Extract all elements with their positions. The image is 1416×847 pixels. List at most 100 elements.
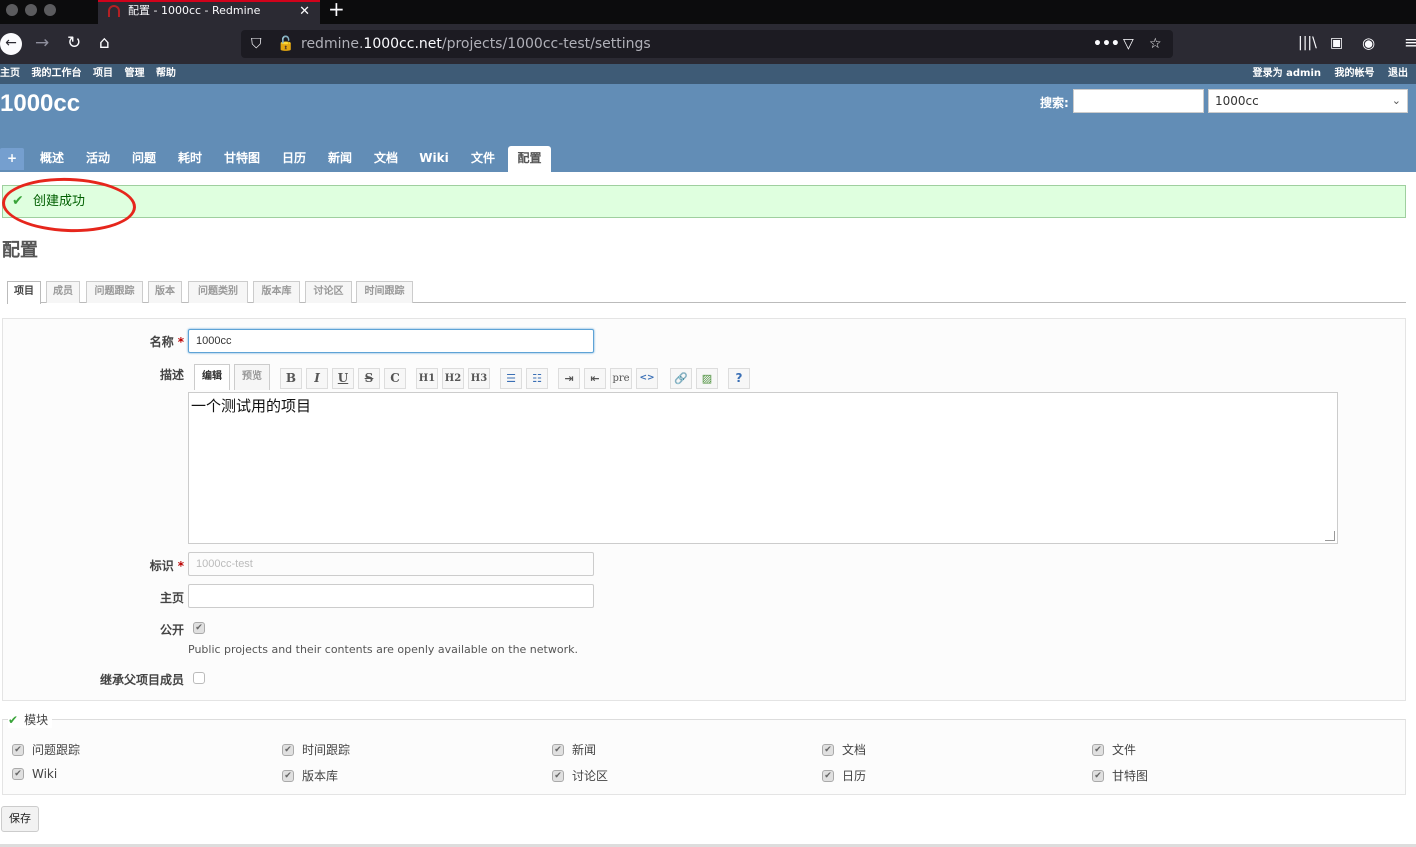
editor-tab-preview[interactable]: 预览 — [234, 364, 270, 390]
top-menu-my-page[interactable]: 我的工作台 — [31, 68, 81, 79]
settings-tab-issue-categories[interactable]: 问题类别 — [188, 281, 248, 303]
module-issue-tracking[interactable]: ✔ 问题跟踪 — [12, 741, 80, 758]
project-jump-select[interactable]: 1000cc ⌄ — [1208, 89, 1408, 113]
image-icon[interactable]: ▨ — [696, 368, 718, 389]
module-files[interactable]: ✔ 文件 — [1092, 741, 1136, 758]
module-checkbox[interactable]: ✔ — [552, 769, 564, 782]
project-header: 1000cc 搜索: 1000cc ⌄ + 概述 活动 问题 耗时 甘特图 日历… — [0, 84, 1416, 172]
tab-activity[interactable]: 活动 — [80, 146, 116, 172]
module-checkbox[interactable]: ✔ — [12, 767, 24, 780]
help-icon[interactable]: ? — [728, 368, 750, 389]
tab-spent-time[interactable]: 耗时 — [172, 146, 208, 172]
search-input[interactable] — [1073, 89, 1204, 113]
preformatted-button[interactable]: pre — [610, 368, 632, 389]
resize-grip-icon[interactable] — [1325, 531, 1335, 541]
page-actions-icon[interactable]: ••• — [1093, 30, 1120, 58]
close-tab-icon[interactable]: ✕ — [299, 3, 310, 20]
window-minimize-dot[interactable] — [25, 4, 37, 16]
module-documents[interactable]: ✔ 文档 — [822, 741, 866, 758]
tab-news[interactable]: 新闻 — [322, 146, 358, 172]
hamburger-menu-icon[interactable]: ≡ — [1404, 33, 1416, 53]
reload-icon[interactable]: ↻ — [67, 33, 81, 53]
module-wiki[interactable]: ✔ Wiki — [12, 767, 57, 781]
module-checkbox[interactable]: ✔ — [282, 743, 294, 756]
browser-tab-active[interactable]: 配置 - 1000cc - Redmine ✕ — [98, 0, 320, 24]
top-menu-help[interactable]: 帮助 — [156, 68, 176, 79]
new-object-button[interactable]: + — [0, 148, 24, 170]
description-textarea[interactable]: 一个测试用的项目 — [188, 392, 1338, 544]
top-menu-home[interactable]: 主页 — [0, 68, 20, 79]
new-tab-icon[interactable]: + — [328, 0, 345, 21]
window-close-dot[interactable] — [6, 4, 18, 16]
module-repository[interactable]: ✔ 版本库 — [282, 767, 338, 784]
tab-gantt[interactable]: 甘特图 — [218, 146, 266, 172]
library-icon[interactable]: |||\ — [1298, 33, 1317, 53]
account-icon[interactable]: ◉ — [1362, 33, 1375, 53]
module-gantt[interactable]: ✔ 甘特图 — [1092, 767, 1148, 784]
indent-right-icon[interactable]: ⇥ — [558, 368, 580, 389]
bookmark-star-icon[interactable]: ☆ — [1149, 30, 1162, 58]
settings-tab-project[interactable]: 项目 — [7, 281, 41, 304]
sidebar-toggle-icon[interactable]: ▣ — [1330, 33, 1343, 53]
window-zoom-dot[interactable] — [44, 4, 56, 16]
tab-settings[interactable]: 配置 — [508, 146, 551, 172]
module-checkbox[interactable]: ✔ — [1092, 743, 1104, 756]
heading3-button[interactable]: H3 — [468, 368, 490, 389]
identifier-input — [188, 552, 594, 576]
module-checkbox[interactable]: ✔ — [1092, 769, 1104, 782]
module-checkbox[interactable]: ✔ — [822, 743, 834, 756]
wiki-link-icon[interactable]: 🔗 — [670, 368, 692, 389]
code-highlight-button[interactable]: <> — [636, 368, 658, 389]
tab-overview[interactable]: 概述 — [34, 146, 70, 172]
unordered-list-icon[interactable]: ☰ — [500, 368, 522, 389]
module-boards[interactable]: ✔ 讨论区 — [552, 767, 608, 784]
settings-tab-versions[interactable]: 版本 — [148, 281, 182, 303]
save-button[interactable]: 保存 — [1, 806, 39, 832]
public-checkbox[interactable]: ✔ — [193, 622, 205, 634]
browser-tab-title: 配置 - 1000cc - Redmine — [128, 4, 261, 17]
back-icon[interactable]: ← — [0, 33, 22, 55]
italic-button[interactable]: I — [306, 368, 328, 389]
tab-files[interactable]: 文件 — [464, 146, 502, 172]
tab-issues[interactable]: 问题 — [126, 146, 162, 172]
module-calendar[interactable]: ✔ 日历 — [822, 767, 866, 784]
settings-tab-members[interactable]: 成员 — [46, 281, 80, 303]
top-menu-projects[interactable]: 项目 — [93, 68, 113, 79]
ordered-list-icon[interactable]: ☷ — [526, 368, 548, 389]
module-checkbox[interactable]: ✔ — [552, 743, 564, 756]
settings-tab-issue-tracking[interactable]: 问题跟踪 — [86, 281, 143, 303]
homepage-input[interactable] — [188, 584, 594, 608]
top-menu-logout[interactable]: 退出 — [1388, 68, 1408, 79]
home-icon[interactable]: ⌂ — [99, 33, 110, 53]
heading1-button[interactable]: H1 — [416, 368, 438, 389]
inherit-members-checkbox[interactable] — [193, 672, 205, 684]
top-menu-admin[interactable]: 管理 — [124, 68, 144, 79]
tab-documents[interactable]: 文档 — [368, 146, 404, 172]
code-button[interactable]: C — [384, 368, 406, 389]
tab-calendar[interactable]: 日历 — [276, 146, 312, 172]
settings-tab-repositories[interactable]: 版本库 — [253, 281, 300, 303]
insecure-lock-icon[interactable]: 🔓 — [277, 30, 294, 58]
module-checkbox[interactable]: ✔ — [12, 743, 24, 756]
modules-legend[interactable]: ✔ 模块 — [8, 711, 53, 728]
settings-tab-time-tracking[interactable]: 时间跟踪 — [356, 281, 413, 303]
indent-left-icon[interactable]: ⇤ — [584, 368, 606, 389]
forward-icon[interactable]: → — [35, 33, 49, 53]
tab-wiki[interactable]: Wiki — [414, 146, 454, 172]
module-time-tracking[interactable]: ✔ 时间跟踪 — [282, 741, 350, 758]
top-menu-my-account[interactable]: 我的帐号 — [1335, 68, 1375, 79]
bold-button[interactable]: B — [280, 368, 302, 389]
underline-button[interactable]: U — [332, 368, 354, 389]
url-bar[interactable]: ⛉ 🔓 redmine.1000cc.net/projects/1000cc-t… — [241, 30, 1173, 58]
module-news[interactable]: ✔ 新闻 — [552, 741, 596, 758]
heading2-button[interactable]: H2 — [442, 368, 464, 389]
strikethrough-button[interactable]: S — [358, 368, 380, 389]
module-checkbox[interactable]: ✔ — [822, 769, 834, 782]
settings-tab-boards[interactable]: 讨论区 — [305, 281, 352, 303]
logged-in-as[interactable]: 登录为 admin — [1253, 68, 1321, 79]
editor-tab-edit[interactable]: 编辑 — [194, 364, 230, 390]
name-input[interactable] — [188, 329, 594, 353]
tracking-shield-icon[interactable]: ⛉ — [251, 30, 262, 58]
module-checkbox[interactable]: ✔ — [282, 769, 294, 782]
pocket-icon[interactable]: ▽ — [1123, 30, 1134, 58]
